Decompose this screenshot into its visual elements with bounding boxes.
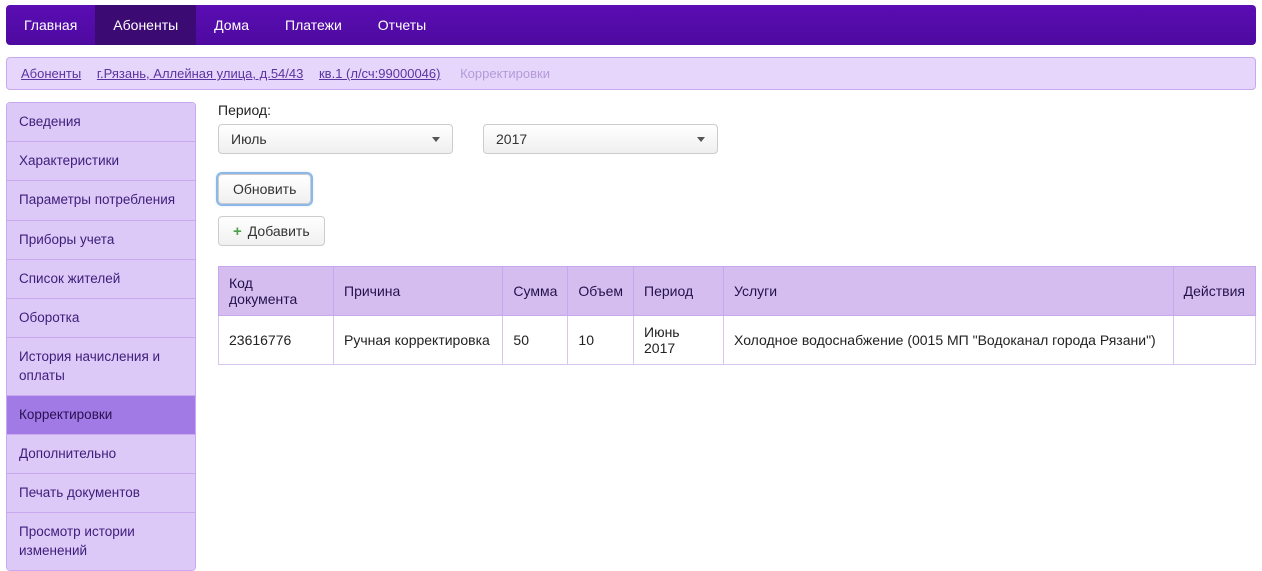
- tab-main[interactable]: Главная: [6, 5, 95, 45]
- sidebar-item-meters[interactable]: Приборы учета: [7, 221, 195, 260]
- tab-houses[interactable]: Дома: [196, 5, 267, 45]
- year-select-value: 2017: [496, 131, 527, 147]
- table-header-row: Код документа Причина Сумма Объем Период…: [219, 267, 1256, 316]
- add-button-label: Добавить: [248, 223, 310, 239]
- col-period: Период: [634, 267, 724, 316]
- tab-payments[interactable]: Платежи: [267, 5, 360, 45]
- year-select[interactable]: 2017: [483, 124, 718, 154]
- breadcrumb-current: Корректировки: [460, 66, 550, 81]
- col-sum: Сумма: [503, 267, 568, 316]
- cell-sum: 50: [503, 316, 568, 365]
- breadcrumb-link-subscribers[interactable]: Абоненты: [21, 66, 81, 81]
- col-volume: Объем: [568, 267, 634, 316]
- sidebar-item-turnover[interactable]: Оборотка: [7, 299, 195, 338]
- breadcrumb: Абоненты г.Рязань, Аллейная улица, д.54/…: [6, 57, 1256, 90]
- top-nav: Главная Абоненты Дома Платежи Отчеты: [6, 5, 1256, 45]
- sidebar-item-characteristics[interactable]: Характеристики: [7, 142, 195, 181]
- chevron-down-icon: [432, 137, 440, 142]
- sidebar-item-residents[interactable]: Список жителей: [7, 260, 195, 299]
- main-content: Период: Июль 2017 Обновить + Добавить: [218, 102, 1256, 571]
- col-code: Код документа: [219, 267, 334, 316]
- col-actions: Действия: [1173, 267, 1255, 316]
- col-service: Услуги: [724, 267, 1174, 316]
- sidebar-item-info[interactable]: Сведения: [7, 103, 195, 142]
- refresh-button-label: Обновить: [233, 181, 296, 197]
- sidebar-item-consumption[interactable]: Параметры потребления: [7, 181, 195, 220]
- breadcrumb-link-address[interactable]: г.Рязань, Аллейная улица, д.54/43: [97, 66, 304, 81]
- sidebar-item-additional[interactable]: Дополнительно: [7, 435, 195, 474]
- month-select-value: Июль: [231, 131, 267, 147]
- sidebar-item-corrections[interactable]: Корректировки: [7, 396, 195, 435]
- cell-period: Июнь 2017: [634, 316, 724, 365]
- corrections-table: Код документа Причина Сумма Объем Период…: [218, 266, 1256, 365]
- col-reason: Причина: [334, 267, 503, 316]
- refresh-button[interactable]: Обновить: [218, 174, 311, 204]
- table-row: 23616776 Ручная корректировка 50 10 Июнь…: [219, 316, 1256, 365]
- period-label: Период:: [218, 102, 1256, 118]
- sidebar: Сведения Характеристики Параметры потреб…: [6, 102, 196, 571]
- chevron-down-icon: [697, 137, 705, 142]
- cell-volume: 10: [568, 316, 634, 365]
- cell-actions[interactable]: [1173, 316, 1255, 365]
- cell-service: Холодное водоснабжение (0015 МП "Водокан…: [724, 316, 1174, 365]
- sidebar-item-print[interactable]: Печать документов: [7, 474, 195, 513]
- add-button[interactable]: + Добавить: [218, 216, 325, 246]
- sidebar-item-changelog[interactable]: Просмотр истории изменений: [7, 513, 195, 569]
- tab-reports[interactable]: Отчеты: [360, 5, 444, 45]
- plus-icon: +: [233, 223, 242, 240]
- cell-reason: Ручная корректировка: [334, 316, 503, 365]
- cell-code: 23616776: [219, 316, 334, 365]
- tab-subscribers[interactable]: Абоненты: [95, 5, 196, 45]
- breadcrumb-link-account[interactable]: кв.1 (л/сч:99000046): [319, 66, 440, 81]
- month-select[interactable]: Июль: [218, 124, 453, 154]
- sidebar-item-history[interactable]: История начисления и оплаты: [7, 338, 195, 395]
